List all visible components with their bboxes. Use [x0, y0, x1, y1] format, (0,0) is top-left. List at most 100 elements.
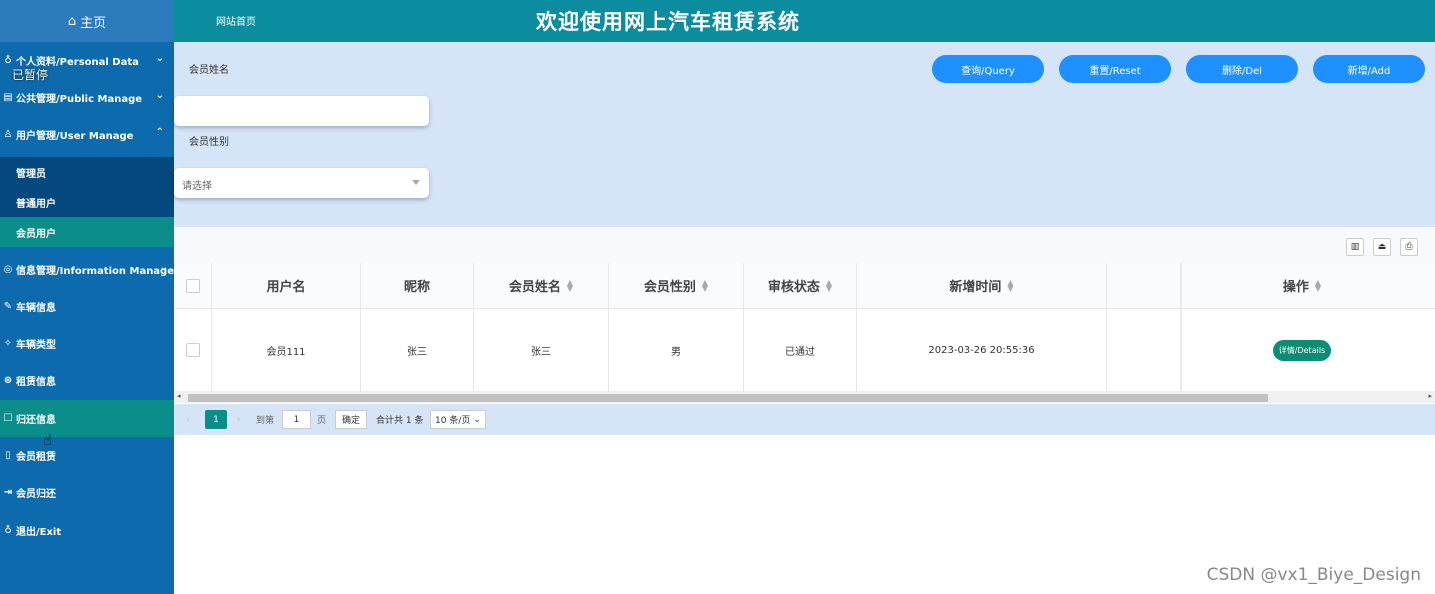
sidebar-home[interactable]: ⌂ 主页 — [0, 0, 174, 42]
cell-empty — [1107, 309, 1182, 391]
return-icon: ☐ — [3, 413, 13, 424]
reset-button[interactable]: 重置/Reset — [1059, 55, 1171, 83]
column-header[interactable]: 用户名 — [212, 263, 361, 308]
sidebar-item-label: 会员归还 — [16, 489, 56, 500]
info-icon: ◎ — [3, 264, 13, 275]
column-header-label: 会员性别 — [643, 280, 696, 295]
sidebar-item-vehicle-type[interactable]: ✧ 车辆类型 — [0, 325, 174, 362]
mouse-cursor-icon: ☝ — [43, 431, 53, 449]
gender-select-placeholder: 请选择 — [182, 181, 212, 192]
export-icon[interactable]: ⏏ — [1373, 238, 1391, 256]
row-select-cell — [174, 309, 212, 391]
cell-username: 会员111 — [212, 309, 361, 391]
member-name-label: 会员姓名 — [189, 65, 229, 76]
sidebar-item-label: 租赁信息 — [16, 377, 56, 388]
horizontal-scrollbar[interactable]: ◂ ▸ — [174, 392, 1435, 403]
sidebar-subitem-normal-user[interactable]: 普通用户 — [0, 187, 174, 217]
select-all-checkbox[interactable] — [185, 278, 200, 293]
prev-page-icon[interactable]: ‹ — [186, 410, 190, 429]
table-toolbar: ▥ ⏏ ⎙ — [174, 227, 1435, 263]
chevron-down-icon: ⌄ — [473, 414, 481, 425]
cell-created-time: 2023-03-26 20:55:36 — [857, 309, 1107, 391]
column-header[interactable]: 会员性别 ▲ ▼ — [609, 263, 744, 308]
sort-icon[interactable]: ▲ ▼ — [702, 278, 708, 292]
column-header-label: 新增时间 — [949, 280, 1002, 295]
website-home-link[interactable]: 网站首页 — [216, 13, 256, 28]
goto-page-input[interactable]: 1 — [282, 410, 311, 429]
page-number-current[interactable]: 1 — [205, 410, 227, 429]
chevron-down-icon: ⌄ — [159, 262, 168, 273]
cell-review-status: 已通过 — [744, 309, 857, 391]
total-count: 合计共 1 条 — [376, 416, 424, 426]
home-icon: ⌂ — [67, 13, 77, 29]
next-page-icon[interactable]: › — [237, 410, 241, 429]
goto-label: 到第 — [256, 416, 275, 426]
member-return-icon: ⇥ — [3, 487, 13, 498]
add-button[interactable]: 新增/Add — [1313, 55, 1425, 83]
sidebar-item-label: 归还信息 — [16, 415, 56, 426]
sidebar-item-user-manage[interactable]: ♙ 用户管理/User Manage ⌃ — [0, 116, 174, 153]
sidebar-item-member-return[interactable]: ⇥ 会员归还 — [0, 474, 174, 511]
details-button[interactable]: 详情/Details — [1272, 339, 1332, 361]
sidebar-item-label: 退出/Exit — [16, 527, 62, 538]
column-header — [1107, 263, 1182, 308]
member-name-input[interactable] — [174, 96, 429, 126]
sidebar-item-member-rent[interactable]: ▯ 会员租赁 — [0, 437, 174, 474]
column-header-label: 会员姓名 — [508, 280, 561, 295]
page-title: 欢迎使用网上汽车租赁系统 — [536, 10, 800, 34]
board-icon: ▤ — [3, 92, 13, 103]
dropdown-arrow-icon — [412, 180, 420, 185]
exit-icon: ♁ — [4, 525, 12, 536]
sidebar-home-label: 主页 — [80, 15, 107, 31]
car-icon: ✎ — [3, 301, 13, 312]
sidebar-item-label: 车辆类型 — [16, 340, 56, 351]
column-header[interactable]: 会员姓名 ▲ ▼ — [474, 263, 609, 308]
column-header-label: 操作 — [1282, 280, 1309, 295]
scroll-right-icon[interactable]: ▸ — [1428, 392, 1432, 400]
users-icon: ♙ — [3, 129, 13, 140]
page-size-value: 10 条/页 — [435, 416, 471, 426]
column-header[interactable]: 昵称 — [361, 263, 474, 308]
rent-icon: ⊛ — [3, 375, 13, 386]
chevron-down-icon: ⌄ — [155, 53, 164, 64]
top-bar: 网站首页 欢迎使用网上汽车租赁系统 — [174, 0, 1435, 42]
sort-icon[interactable]: ▲ ▼ — [1007, 278, 1013, 292]
sidebar-item-exit[interactable]: ♁ 退出/Exit — [0, 512, 174, 549]
print-icon[interactable]: ⎙ — [1400, 238, 1418, 256]
cell-member-gender: 男 — [609, 309, 744, 391]
member-gender-select[interactable]: 请选择 — [174, 168, 429, 198]
column-header[interactable]: 新增时间 ▲ ▼ — [857, 263, 1107, 308]
page-size-select[interactable]: 10 条/页 ⌄ — [430, 410, 486, 429]
cell-nickname: 张三 — [361, 309, 474, 391]
pagination: ‹ 1 › 到第 1 页 确定 合计共 1 条 10 条/页 ⌄ — [174, 404, 1435, 435]
column-header[interactable]: 操作 ▲ ▼ — [1182, 263, 1422, 308]
chevron-up-icon: ⌃ — [155, 127, 164, 138]
delete-button[interactable]: 删除/Del — [1186, 55, 1298, 83]
scroll-left-icon[interactable]: ◂ — [177, 392, 181, 400]
sort-icon[interactable]: ▲ ▼ — [826, 278, 832, 292]
sidebar-item-return-info[interactable]: ☐ 归还信息 — [0, 400, 174, 437]
column-header[interactable]: 审核状态 ▲ ▼ — [744, 263, 857, 308]
columns-icon[interactable]: ▥ — [1346, 238, 1364, 256]
table-header: 用户名 昵称 会员姓名 ▲ ▼ 会员性别 ▲ ▼ 审核状态 ▲ ▼ 新增时间 ▲ ▼ 操作 ▲ ▼ — [174, 263, 1435, 309]
column-header-label: 审核状态 — [767, 280, 820, 295]
select-all-cell — [174, 263, 212, 308]
sidebar-subitem-admin[interactable]: 管理员 — [0, 157, 174, 187]
sidebar-item-label: 信息管理/Information Manage — [16, 266, 174, 277]
goto-confirm-button[interactable]: 确定 — [335, 410, 368, 429]
cell-member-name: 张三 — [474, 309, 609, 391]
sidebar-subitem-member-user[interactable]: 会员用户 — [0, 217, 174, 247]
sidebar-item-vehicle-info[interactable]: ✎ 车辆信息 — [0, 288, 174, 325]
tag-icon: ✧ — [3, 338, 13, 349]
sort-icon[interactable]: ▲ ▼ — [1315, 278, 1321, 292]
sidebar-item-public-manage[interactable]: ▤ 公共管理/Public Manage ⌄ — [0, 79, 174, 116]
sidebar-item-rent-info[interactable]: ⊛ 租赁信息 — [0, 362, 174, 399]
sort-icon[interactable]: ▲ ▼ — [567, 278, 573, 292]
row-checkbox[interactable] — [185, 343, 200, 357]
scrollbar-thumb[interactable] — [188, 394, 1268, 402]
table-row[interactable]: 会员111 张三 张三 男 已通过 2023-03-26 20:55:36 详情… — [174, 309, 1435, 392]
sidebar-item-information-manage[interactable]: ◎ 信息管理/Information Manage ⌄ — [0, 251, 174, 288]
chevron-down-icon: ⌄ — [155, 90, 164, 101]
query-button[interactable]: 查询/Query — [932, 55, 1044, 83]
watermark: CSDN @vx1_Biye_Design — [1206, 565, 1421, 585]
